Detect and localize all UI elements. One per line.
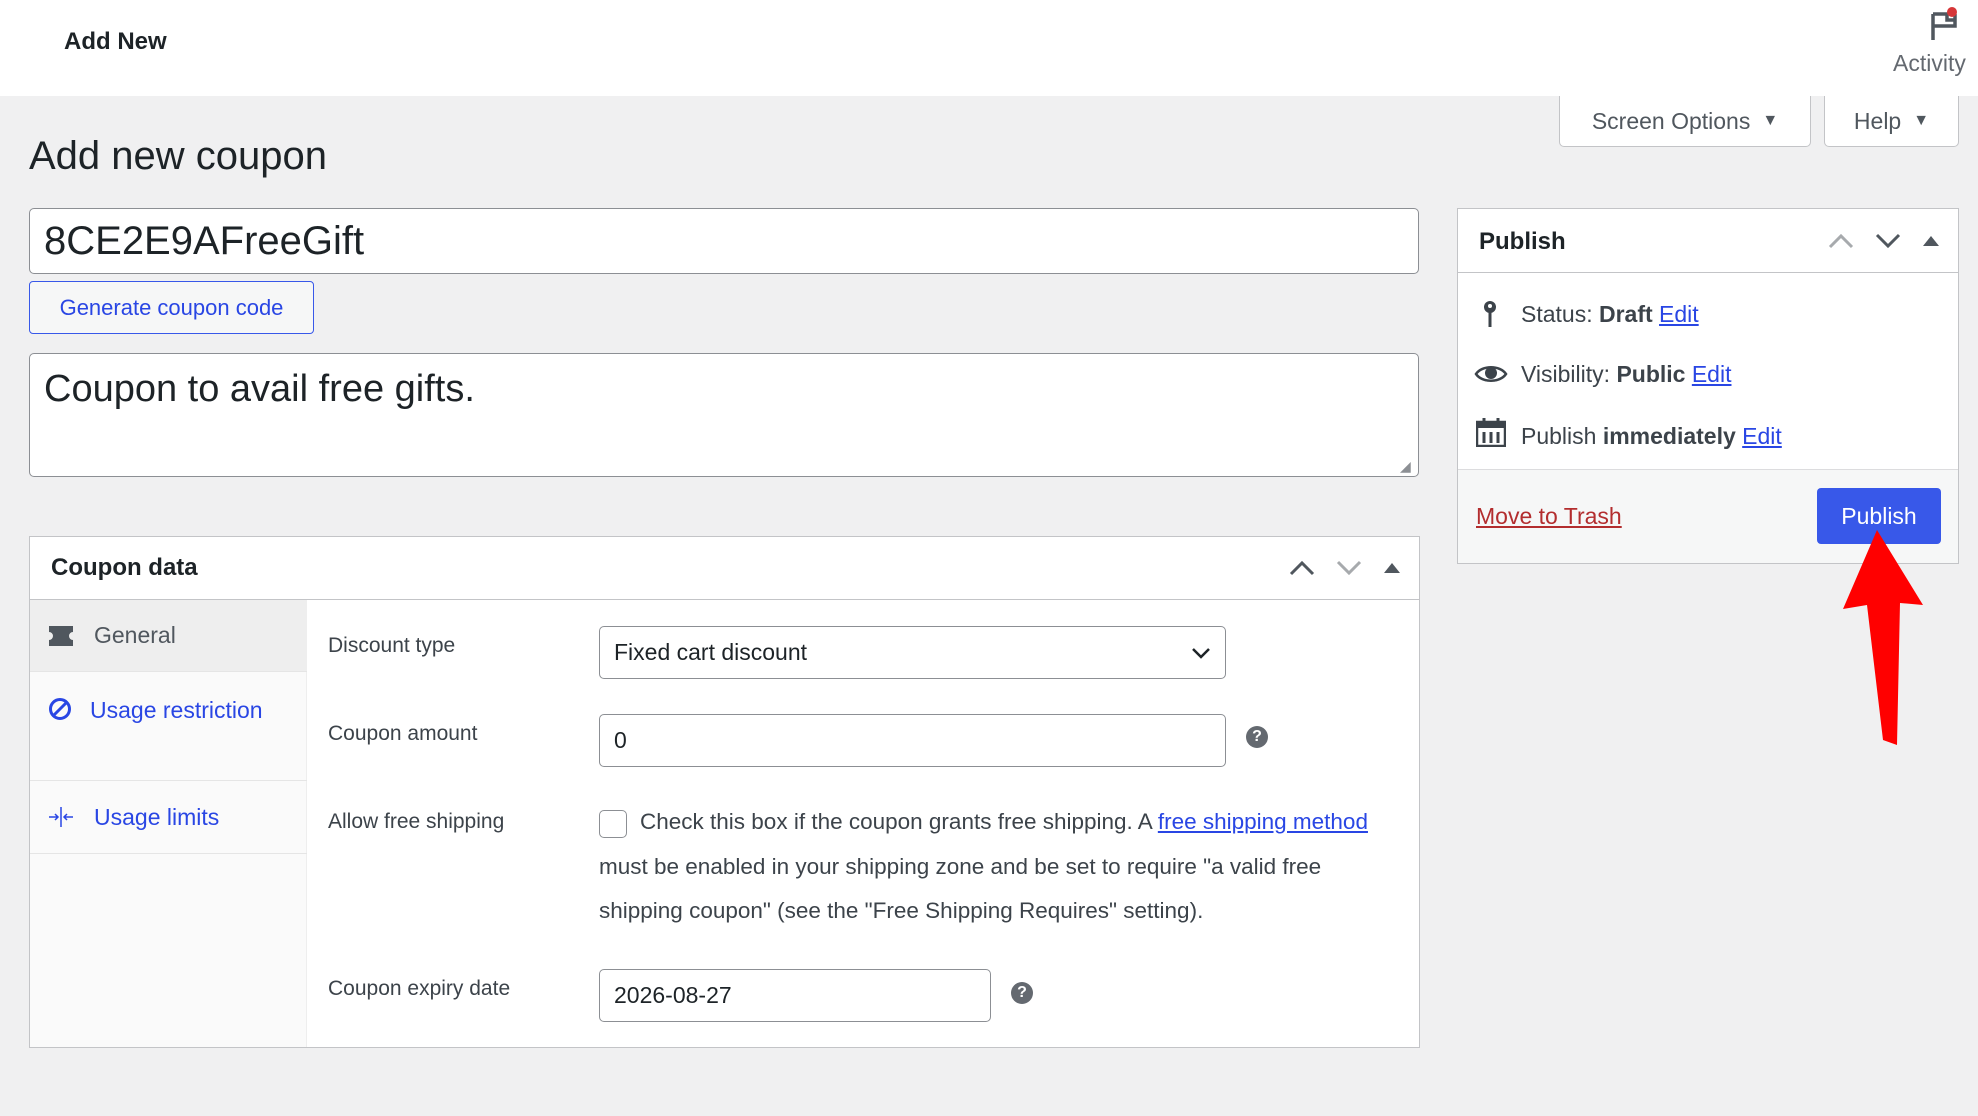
description-textarea[interactable]: Coupon to avail free gifts. <box>29 353 1419 477</box>
coupon-data-header: Coupon data <box>30 537 1419 600</box>
help-label: Help <box>1853 107 1902 134</box>
coupon-data-title: Coupon data <box>51 554 198 581</box>
visibility-label: Visibility: <box>1521 361 1617 387</box>
tab-label: Usage restriction <box>90 697 263 723</box>
ticket-icon <box>49 625 73 646</box>
description-text: Check this box if the coupon grants free… <box>640 809 1158 834</box>
schedule-value: immediately <box>1602 423 1736 449</box>
schedule-row: Publish immediately Edit <box>1521 423 1782 450</box>
visibility-value: Public <box>1616 361 1686 387</box>
screen-options-button[interactable]: Screen Options ▼ <box>1559 96 1811 147</box>
edit-status-link[interactable]: Edit <box>1659 301 1699 327</box>
caret-down-icon: ▼ <box>1762 112 1779 129</box>
tab-label: General <box>94 622 176 648</box>
discount-type-select[interactable]: Fixed cart discount <box>599 626 1226 679</box>
screen-options-label: Screen Options <box>1591 107 1751 134</box>
header-title: Add New <box>64 28 167 55</box>
caret-down-icon: ▼ <box>1913 112 1930 129</box>
coupon-amount-input[interactable]: 0 <box>599 714 1226 767</box>
free-shipping-description: Check this box if the coupon grants free… <box>599 800 1379 934</box>
description-text: must be enabled in your shipping zone an… <box>599 853 1322 924</box>
tab-usage-restriction[interactable]: Usage restriction <box>30 672 307 781</box>
pin-icon <box>1484 301 1496 327</box>
status-label: Status: <box>1521 301 1599 327</box>
annotation-arrow <box>1843 530 1923 745</box>
expiry-date-label: Coupon expiry date <box>328 977 511 1000</box>
edit-visibility-link[interactable]: Edit <box>1692 361 1732 387</box>
resize-handle[interactable]: ◢ <box>1400 458 1411 475</box>
help-icon[interactable]: ? <box>1246 726 1268 748</box>
calendar-icon <box>1476 418 1506 447</box>
move-up-icon[interactable] <box>1289 559 1315 577</box>
coupon-code-input[interactable]: 8CE2E9AFreeGift <box>29 208 1419 274</box>
chevron-down-icon <box>1192 647 1210 659</box>
publish-panel: Publish Status: Draft Edit Visibility: P… <box>1457 208 1959 564</box>
edit-schedule-link[interactable]: Edit <box>1742 423 1782 449</box>
move-down-icon[interactable] <box>1336 559 1362 577</box>
arrows-in-icon <box>49 807 73 827</box>
coupon-data-tabs: General Usage restriction Usage limits <box>30 600 307 1047</box>
free-shipping-label: Allow free shipping <box>328 810 505 833</box>
status-row: Status: Draft Edit <box>1521 301 1699 328</box>
tab-label: Usage limits <box>94 803 220 830</box>
no-icon <box>49 698 71 720</box>
publish-title: Publish <box>1479 228 1566 255</box>
move-up-icon[interactable] <box>1828 232 1854 250</box>
toggle-panel-icon[interactable] <box>1923 234 1939 246</box>
visibility-row: Visibility: Public Edit <box>1521 361 1731 388</box>
tab-usage-limits[interactable]: Usage limits <box>30 781 307 854</box>
generate-coupon-code-button[interactable]: Generate coupon code <box>29 281 314 334</box>
toggle-panel-icon[interactable] <box>1384 561 1400 573</box>
eye-icon <box>1474 366 1508 382</box>
move-to-trash-link[interactable]: Move to Trash <box>1476 503 1622 530</box>
help-button[interactable]: Help ▼ <box>1824 96 1959 147</box>
tab-general[interactable]: General <box>30 600 307 672</box>
coupon-amount-label: Coupon amount <box>328 722 478 745</box>
schedule-label: Publish <box>1521 423 1603 449</box>
free-shipping-method-link[interactable]: free shipping method <box>1158 809 1368 834</box>
top-bar: Add New Activity <box>0 0 1978 96</box>
move-down-icon[interactable] <box>1875 232 1901 250</box>
status-value: Draft <box>1598 301 1653 327</box>
publish-header: Publish <box>1458 209 1958 273</box>
activity-label: Activity <box>1893 50 1966 76</box>
discount-type-value: Fixed cart discount <box>614 639 808 665</box>
flag-icon <box>1931 7 1957 40</box>
discount-type-label: Discount type <box>328 634 456 657</box>
help-icon[interactable]: ? <box>1011 982 1033 1004</box>
page-title: Add new coupon <box>29 134 328 178</box>
expiry-date-input[interactable]: 2026-08-27 <box>599 969 991 1022</box>
activity-button[interactable] <box>1910 6 1970 48</box>
